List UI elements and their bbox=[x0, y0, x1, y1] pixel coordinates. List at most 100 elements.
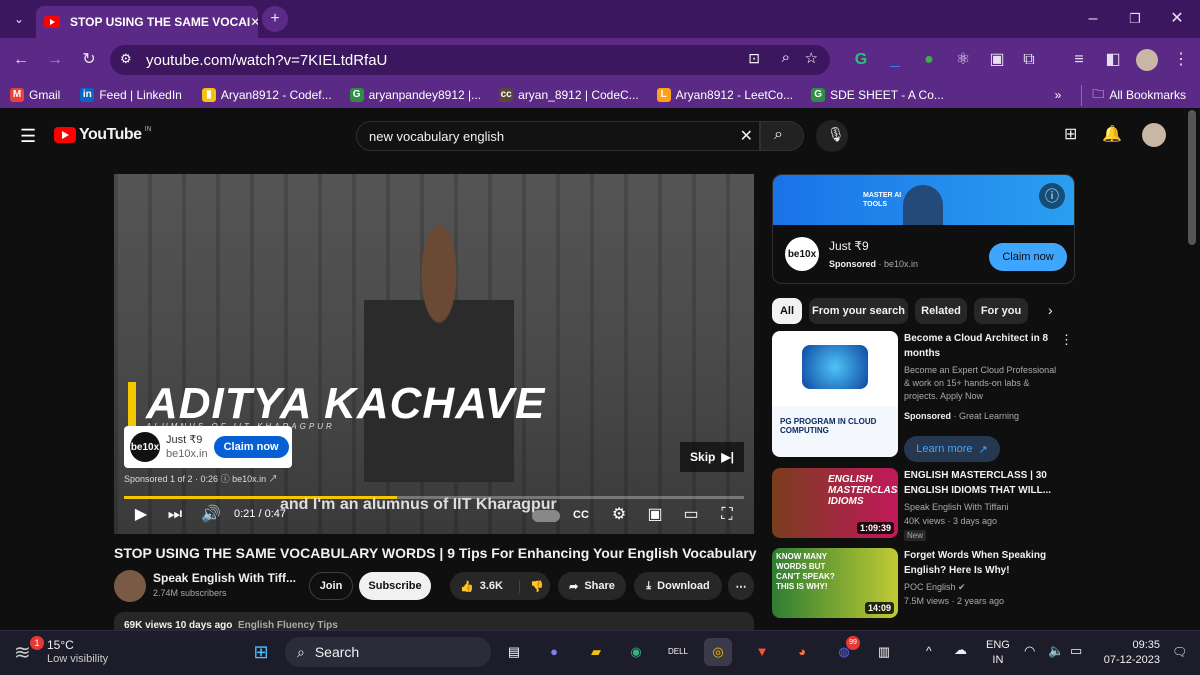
channel-avatar[interactable] bbox=[114, 570, 146, 602]
related-channel[interactable]: POC English ✔ bbox=[904, 581, 1064, 594]
hamburger-menu-icon[interactable]: ☰ bbox=[20, 126, 36, 147]
ad-info-icon[interactable]: ⓘ bbox=[1039, 183, 1065, 209]
restore-button[interactable]: ❐ bbox=[1120, 4, 1150, 34]
firefox-icon[interactable]: ◕ bbox=[788, 638, 816, 666]
player-ad-card[interactable]: be10x Just ₹9 be10x.in Claim now bbox=[124, 426, 292, 468]
video-player[interactable]: ADITYA KACHAVE ALUMNUS OF IIT KHARAGPUR … bbox=[114, 174, 754, 534]
create-video-icon[interactable]: ⊞ bbox=[1064, 124, 1077, 144]
chip-from-your-search[interactable]: From your search bbox=[809, 298, 908, 324]
next-icon[interactable]: ⏭ bbox=[164, 504, 186, 526]
leetcode-extension-icon[interactable]: ▣ bbox=[982, 45, 1012, 75]
react-devtools-icon[interactable]: ⚛ bbox=[948, 45, 978, 75]
brave-icon[interactable]: ▼ bbox=[748, 638, 776, 666]
miniplayer-icon[interactable]: ▣ bbox=[644, 504, 666, 526]
youtube-avatar[interactable] bbox=[1142, 123, 1166, 147]
side-panel-icon[interactable]: ◧ bbox=[1098, 45, 1128, 75]
reload-icon[interactable]: ↻ bbox=[74, 45, 104, 75]
bookmark-star-icon[interactable]: ☆ bbox=[805, 49, 818, 67]
weather-temp[interactable]: 15°C bbox=[47, 638, 74, 652]
search-button[interactable]: ⌕ bbox=[760, 121, 804, 151]
site-info-icon[interactable]: ⚙ bbox=[120, 51, 132, 67]
related-thumbnail[interactable]: KNOW MANY WORDS BUT CAN'T SPEAK? THIS IS… bbox=[772, 548, 898, 618]
volume-icon[interactable]: 🔊 bbox=[200, 504, 222, 526]
side-ad-claim-button[interactable]: Claim now bbox=[989, 243, 1067, 271]
new-tab-button[interactable]: + bbox=[262, 6, 288, 32]
bookmark-linkedin[interactable]: in Feed | LinkedIn bbox=[80, 88, 182, 102]
theater-mode-icon[interactable]: ▭ bbox=[680, 504, 702, 526]
browser-tab[interactable]: STOP USING THE SAME VOCAI ✕ bbox=[36, 6, 258, 38]
join-button[interactable]: Join bbox=[309, 572, 353, 600]
bookmark-gfg[interactable]: Garyanpandey8912 |... bbox=[349, 88, 481, 102]
dell-icon[interactable]: DELL bbox=[664, 638, 692, 666]
extension-underline-icon[interactable]: _ bbox=[880, 45, 910, 75]
sidebar-ad[interactable]: MASTER AI TOOLS ⓘ be10x Just ₹9 Sponsore… bbox=[772, 174, 1075, 284]
address-bar[interactable]: ⚙ youtube.com/watch?v=7KIELtdRfaU ⊡ ⌕ ☆ bbox=[110, 45, 830, 75]
settings-gear-icon[interactable]: ⚙ bbox=[608, 504, 630, 526]
grammarly-extension-icon[interactable]: G bbox=[846, 45, 876, 75]
tray-app-icon[interactable]: ☁ bbox=[954, 642, 967, 658]
frog-extension-icon[interactable]: ● bbox=[914, 45, 944, 75]
like-count[interactable]: 3.6K bbox=[480, 580, 503, 592]
chip-related[interactable]: Related bbox=[915, 298, 967, 324]
weather-desc[interactable]: Low visibility bbox=[47, 653, 108, 665]
related-channel[interactable]: Speak English With Tiffani bbox=[904, 501, 1064, 514]
battery-icon[interactable]: ▭ bbox=[1070, 643, 1082, 659]
forward-icon[interactable]: → bbox=[40, 45, 70, 75]
browser-menu-icon[interactable]: ⋮ bbox=[1166, 45, 1196, 75]
audio-app-icon[interactable]: ▥ bbox=[870, 638, 898, 666]
related-ad-title[interactable]: Become a Cloud Architect in 8 months bbox=[904, 331, 1056, 361]
minimize-button[interactable]: – bbox=[1078, 4, 1108, 34]
related-more-icon[interactable]: ⋮ bbox=[1060, 332, 1073, 348]
bookmark-codeforces[interactable]: ▮ Aryan8912 - Codef... bbox=[201, 88, 332, 102]
clock[interactable]: 09:35 07-12-2023 bbox=[1100, 638, 1160, 668]
skip-ad-button[interactable]: Skip ▶| bbox=[680, 442, 744, 472]
related-title[interactable]: Forget Words When Speaking English? Here… bbox=[904, 548, 1056, 578]
autoplay-toggle[interactable] bbox=[532, 510, 560, 522]
chip-for-you[interactable]: For you bbox=[974, 298, 1028, 324]
task-view-icon[interactable]: ▤ bbox=[500, 638, 528, 666]
channel-name[interactable]: Speak English With Tiff... bbox=[153, 571, 296, 585]
weather-icon[interactable]: ≋ bbox=[14, 640, 31, 665]
search-input[interactable]: new vocabulary english ✕ bbox=[356, 121, 760, 151]
zoom-icon[interactable]: ⌕ bbox=[782, 49, 790, 66]
captions-icon[interactable]: CC bbox=[570, 504, 592, 526]
back-icon[interactable]: ← bbox=[6, 45, 36, 75]
bookmark-sde-sheet[interactable]: G SDE SHEET - A Co... bbox=[811, 88, 944, 102]
ad-claim-button[interactable]: Claim now bbox=[213, 436, 289, 458]
profile-avatar[interactable] bbox=[1136, 49, 1158, 71]
taskbar-search[interactable]: ⌕ Search bbox=[285, 637, 491, 667]
dislike-icon[interactable]: 👎 bbox=[518, 579, 544, 593]
learn-more-button[interactable]: Learn more ↗ bbox=[904, 436, 1000, 462]
chip-all[interactable]: All bbox=[772, 298, 802, 324]
play-icon[interactable]: ▶ bbox=[130, 504, 152, 526]
windows-start-icon[interactable]: ⊞ bbox=[247, 638, 275, 666]
tab-search-button[interactable]: ⌄ bbox=[4, 4, 34, 34]
close-window-button[interactable]: ✕ bbox=[1162, 4, 1192, 34]
page-scrollbar[interactable] bbox=[1188, 110, 1196, 245]
edge-icon[interactable]: ◉ bbox=[622, 638, 650, 666]
info-icon[interactable]: ⓘ bbox=[221, 474, 230, 484]
teams-icon[interactable]: ● bbox=[540, 638, 568, 666]
install-app-icon[interactable]: ⊡ bbox=[748, 50, 760, 67]
media-queue-icon[interactable]: ≡ bbox=[1064, 45, 1094, 75]
bookmark-leetcode[interactable]: L Aryan8912 - LeetCo... bbox=[656, 88, 793, 102]
notifications-bell-icon[interactable]: 🔔 bbox=[1102, 124, 1122, 144]
related-thumbnail[interactable]: ENGLISH MASTERCLASS IDIOMS 1:09:39 bbox=[772, 468, 898, 538]
bookmark-overflow-icon[interactable]: » bbox=[1055, 88, 1062, 102]
download-button[interactable]: ⤓ Download bbox=[634, 572, 722, 600]
all-bookmarks[interactable]: 🗀 All Bookmarks bbox=[1081, 84, 1186, 106]
language-indicator[interactable]: ENG IN bbox=[986, 638, 1010, 668]
fullscreen-icon[interactable]: ⛶ bbox=[716, 504, 738, 526]
file-explorer-icon[interactable]: ▰ bbox=[582, 638, 610, 666]
chips-next-icon[interactable]: › bbox=[1048, 302, 1053, 318]
chrome-icon[interactable]: ◎ bbox=[704, 638, 732, 666]
speaker-icon[interactable]: 🔈 bbox=[1048, 643, 1064, 659]
close-tab-icon[interactable]: ✕ bbox=[250, 15, 258, 29]
related-ad-thumbnail[interactable]: PG PROGRAM IN CLOUD COMPUTING bbox=[772, 331, 898, 457]
share-button[interactable]: ➦ Share bbox=[558, 572, 626, 600]
bookmark-gmail[interactable]: M Gmail bbox=[10, 88, 60, 102]
subscribe-button[interactable]: Subscribe bbox=[359, 572, 431, 600]
youtube-logo[interactable]: YouTube IN bbox=[54, 126, 152, 144]
extensions-puzzle-icon[interactable]: ⧉ bbox=[1014, 45, 1044, 75]
more-actions-icon[interactable]: ⋯ bbox=[728, 572, 754, 600]
